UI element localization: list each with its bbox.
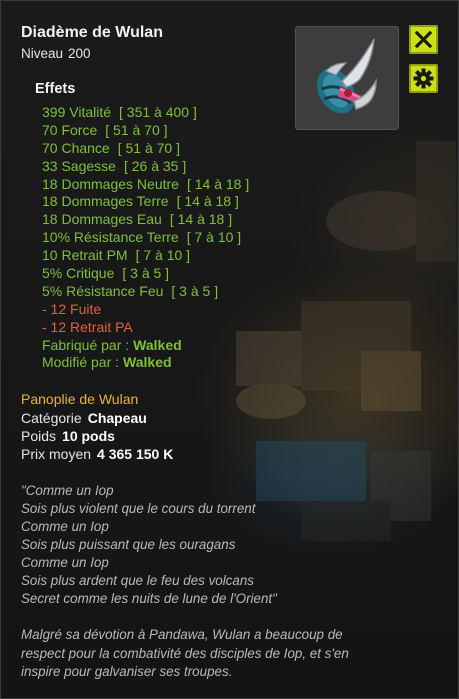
- effect-line: 18 Dommages Eau [ 14 à 18 ]: [42, 211, 249, 229]
- effect-range: [ 351 à 400 ]: [119, 104, 197, 120]
- effect-range: [ 3 à 5 ]: [122, 265, 170, 282]
- lore-paragraph: Malgré sa dévotion à Pandawa, Wulan a be…: [21, 626, 441, 682]
- effect-range: [ 14 à 18 ]: [169, 211, 233, 228]
- item-description: "Comme un Iop Sois plus violent que le c…: [21, 482, 441, 682]
- effect-text: 5% Résistance Feu: [42, 282, 164, 299]
- close-button[interactable]: [409, 25, 438, 54]
- effect-range: [ 3 à 5 ]: [171, 282, 219, 299]
- price-label: Prix moyen: [21, 446, 92, 462]
- price-row: Prix moyen 4 365 150 K: [21, 446, 173, 462]
- poem-paragraph: "Comme un Iop Sois plus violent que le c…: [21, 482, 441, 608]
- effect-line: 70 Chance [ 51 à 70 ]: [42, 140, 249, 158]
- effect-text: 33 Sagesse: [42, 157, 116, 174]
- item-level: Niveau 200: [21, 46, 91, 61]
- effect-range: [ 51 à 70 ]: [117, 139, 180, 156]
- modified-label: Modifié par :: [42, 354, 120, 371]
- effect-line: 5% Résistance Feu [ 3 à 5 ]: [42, 283, 249, 301]
- effect-line: 5% Critique [ 3 à 5 ]: [42, 265, 249, 283]
- category-value: Chapeau: [87, 410, 147, 426]
- category-row: Catégorie Chapeau: [21, 410, 147, 426]
- effect-line: 33 Sagesse [ 26 à 35 ]: [42, 158, 249, 176]
- effect-text: - 12 Retrait PA: [42, 318, 133, 335]
- effect-range: [ 14 à 18 ]: [176, 193, 239, 210]
- effects-title: Effets: [35, 81, 76, 97]
- close-x-icon: [414, 30, 433, 49]
- effect-range: [ 14 à 18 ]: [186, 175, 250, 192]
- lore-line: Malgré sa dévotion à Pandawa, Wulan a be…: [21, 627, 343, 642]
- level-label: Niveau: [21, 46, 64, 61]
- effect-text: 399 Vitalité: [42, 104, 112, 120]
- effect-text: 5% Critique: [42, 265, 115, 282]
- effect-text: 18 Dommages Neutre: [42, 175, 179, 192]
- effect-range: [ 26 à 35 ]: [123, 157, 187, 174]
- item-image: [295, 26, 399, 130]
- effect-range: [ 51 à 70 ]: [105, 121, 168, 138]
- diadem-icon: [317, 38, 377, 114]
- modified-by-name: Walked: [123, 354, 172, 371]
- effect-text: 18 Dommages Terre: [42, 193, 169, 210]
- effect-range: [ 7 à 10 ]: [135, 247, 191, 264]
- effect-line: 10 Retrait PM [ 7 à 10 ]: [42, 247, 249, 265]
- lore-line: respect pour la combativité des disciple…: [21, 645, 349, 661]
- effect-line: 70 Force [ 51 à 70 ]: [42, 122, 249, 140]
- poem-line: Sois plus violent que le cours du torren…: [21, 501, 256, 516]
- modified-by-line: Modifié par : Walked: [42, 354, 249, 372]
- item-name: Diadème de Wulan: [21, 24, 163, 41]
- crafted-by-name: Walked: [133, 336, 182, 353]
- effect-line-negative: - 12 Fuite: [42, 301, 249, 319]
- category-label: Catégorie: [21, 410, 82, 426]
- weight-value: 10 pods: [62, 428, 115, 444]
- effect-line: 18 Dommages Terre [ 14 à 18 ]: [42, 193, 249, 211]
- poem-line: Sois plus puissant que les ouragans: [21, 537, 236, 552]
- effects-list: 399 Vitalité [ 351 à 400 ] 70 Force [ 51 à…: [42, 104, 249, 372]
- item-tooltip-panel: Diadème de Wulan Niveau 200 Effets 399 V…: [0, 0, 459, 699]
- set-name-link[interactable]: Panoplie de Wulan: [21, 391, 138, 407]
- effect-line-negative: - 12 Retrait PA: [42, 319, 249, 337]
- effect-line: 399 Vitalité [ 351 à 400 ]: [42, 104, 249, 122]
- effect-range: [ 7 à 10 ]: [186, 229, 242, 246]
- poem-line: Comme un Iop: [21, 519, 109, 534]
- weight-label: Poids: [21, 428, 57, 444]
- effect-text: 10 Retrait PM: [42, 247, 128, 264]
- effect-line: 10% Résistance Terre [ 7 à 10 ]: [42, 229, 249, 247]
- effect-text: 10% Résistance Terre: [42, 229, 179, 246]
- poem-line: "Comme un Iop: [21, 483, 114, 498]
- weight-row: Poids 10 pods: [21, 428, 115, 444]
- effect-text: - 12 Fuite: [42, 300, 102, 317]
- crafted-label: Fabriqué par :: [42, 336, 130, 353]
- lore-line: inspire pour galvaniser ses troupes.: [21, 664, 233, 679]
- poem-line: Comme un Iop: [21, 555, 109, 570]
- effect-text: 70 Force: [42, 121, 98, 138]
- price-value: 4 365 150 K: [97, 446, 174, 462]
- effect-text: 18 Dommages Eau: [42, 211, 162, 228]
- poem-line: Secret comme les nuits de lune de l'Orie…: [21, 591, 277, 606]
- gear-icon: [413, 68, 434, 89]
- settings-button[interactable]: [409, 64, 438, 93]
- level-value: 200: [68, 46, 91, 61]
- effect-line: 18 Dommages Neutre [ 14 à 18 ]: [42, 176, 249, 194]
- poem-line: Sois plus ardent que le feu des volcans: [21, 573, 254, 588]
- effect-text: 70 Chance: [42, 139, 110, 156]
- crafted-by-line: Fabriqué par : Walked: [42, 337, 249, 355]
